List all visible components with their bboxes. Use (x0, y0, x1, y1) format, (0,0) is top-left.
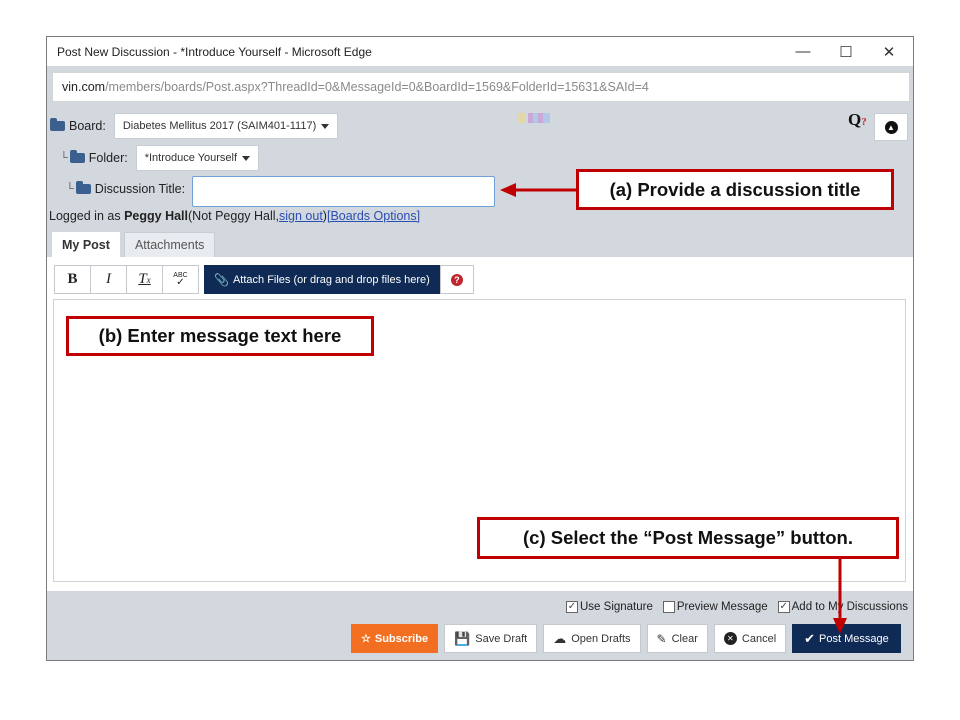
arrow-c (833, 559, 847, 634)
arrow-a (500, 183, 576, 197)
annotation-arrows (500, 183, 847, 634)
